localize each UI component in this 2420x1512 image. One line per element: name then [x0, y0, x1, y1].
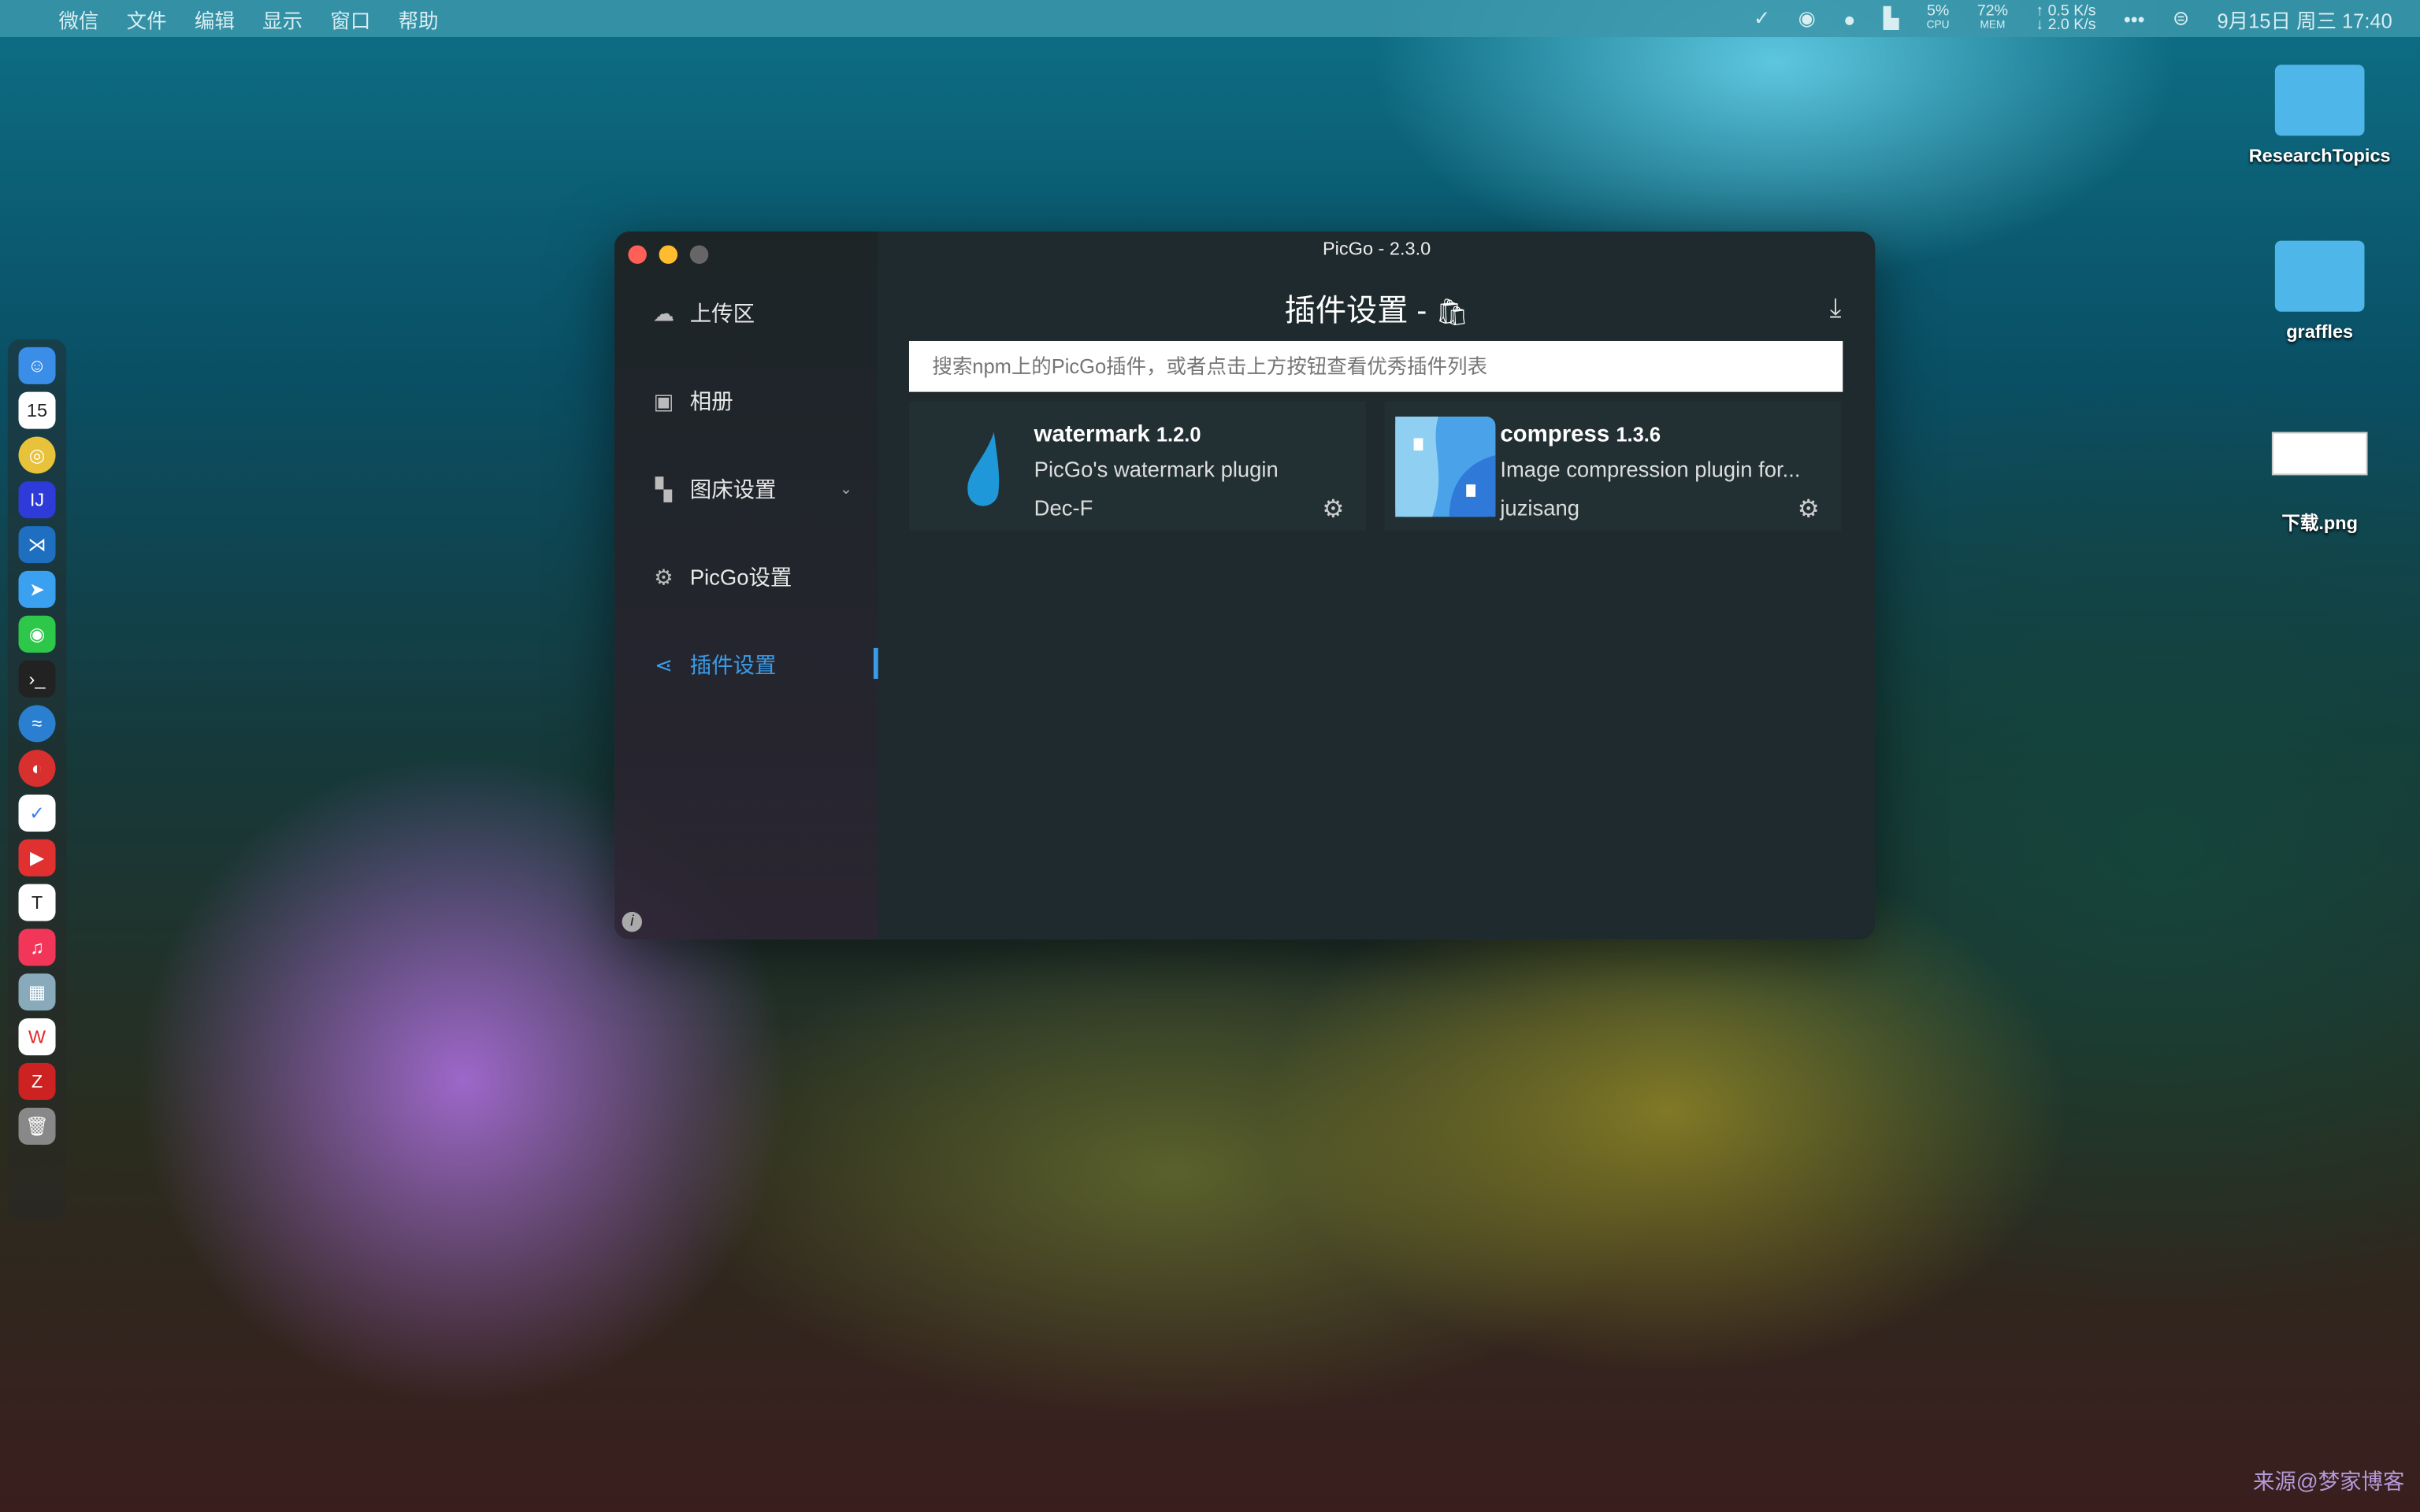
- dock: ☺ 15 ◎ IJ ⋊ ➤ ◉ ›_ ≈ ◐ ✓ ▶ T ♫ ▦ W Z 🗑: [7, 339, 67, 1219]
- page-title: 插件设置 - 🛍: [878, 285, 1876, 330]
- network-stat[interactable]: ↑ 0.5 K/s ↓ 2.0 K/s: [2036, 4, 2096, 35]
- plugin-name: watermark: [1034, 421, 1150, 448]
- sidebar-item-upload[interactable]: ☁ 上传区: [651, 298, 755, 328]
- sidebar-item-label: 图床设置: [689, 476, 777, 502]
- menu-window[interactable]: 窗口: [330, 4, 370, 33]
- sidebar-item-image-host[interactable]: ▚ 图床设置 ⌄: [651, 473, 852, 504]
- typora-icon[interactable]: T: [18, 884, 56, 921]
- menu-edit[interactable]: 编辑: [195, 4, 235, 33]
- chevron-down-icon: ⌄: [839, 480, 853, 498]
- water-drop-icon: [932, 417, 1032, 517]
- zoom-button[interactable]: [689, 245, 709, 265]
- browser-icon[interactable]: ≈: [18, 705, 56, 743]
- compress-logo-icon: [1395, 416, 1496, 517]
- sidebar-item-picgo-settings[interactable]: ⚙ PicGo设置: [651, 561, 792, 592]
- mem-label: MEM: [1980, 20, 2006, 32]
- plugin-description: Image compression plugin for...: [1500, 456, 1801, 482]
- desktop-file-png[interactable]: 下载.png: [2243, 432, 2397, 536]
- ticktick-icon[interactable]: ✓: [18, 794, 56, 832]
- wps-icon[interactable]: W: [18, 1018, 56, 1056]
- feishu-icon[interactable]: ➤: [18, 570, 56, 608]
- page-title-text: 插件设置 -: [1284, 295, 1427, 329]
- plugin-card-compress[interactable]: compress 1.3.6 Image compression plugin …: [1384, 401, 1842, 531]
- folder-icon: [2274, 240, 2365, 312]
- upload-icon[interactable]: ▙: [1884, 6, 1899, 31]
- pdf-icon[interactable]: ▶: [18, 839, 56, 876]
- close-button[interactable]: [628, 245, 647, 265]
- more-icon[interactable]: •••: [2124, 7, 2145, 30]
- window-title: PicGo - 2.3.0: [1323, 237, 1431, 260]
- wechat-icon[interactable]: ◉: [18, 615, 56, 653]
- plugin-author: Dec-F: [1034, 495, 1093, 521]
- finder-icon[interactable]: ☺: [18, 346, 56, 384]
- cloud-upload-icon: ☁: [652, 300, 675, 325]
- picgo-window: ☁ 上传区 ▣ 相册 ▚ 图床设置 ⌄ ⚙ PicGo设置 ⋖ 插件设置 i PicGo -…: [614, 231, 1876, 940]
- sidebar-item-label: 上传区: [689, 301, 755, 326]
- netease-music-icon[interactable]: ◐: [18, 750, 56, 788]
- plugin-author: juzisang: [1500, 495, 1579, 521]
- mem-value: 72%: [1976, 2, 2009, 20]
- shopping-bag-icon[interactable]: 🛍: [1435, 298, 1468, 327]
- desktop-item-label: graffles: [2286, 321, 2354, 343]
- desktop-folder-graffles[interactable]: graffles: [2243, 240, 2397, 343]
- folder-icon: [2274, 65, 2365, 136]
- zotero-icon[interactable]: Z: [18, 1062, 56, 1100]
- cpu-value: 5%: [1926, 2, 1950, 20]
- preview-icon[interactable]: ▦: [18, 973, 56, 1011]
- menu-bar: 微信 文件 编辑 显示 窗口 帮助 ✓ ◉ ● ▙ 5% CPU 72% MEM ↑…: [0, 0, 2420, 38]
- plugin-version: 1.2.0: [1156, 422, 1201, 447]
- sidebar-item-plugin-settings[interactable]: ⋖ 插件设置: [651, 650, 777, 680]
- menu-file[interactable]: 文件: [127, 4, 167, 33]
- vscode-icon[interactable]: ⋊: [18, 526, 56, 564]
- music-icon[interactable]: ♫: [18, 928, 56, 966]
- menu-wechat[interactable]: 微信: [58, 4, 98, 33]
- cpu-label: CPU: [1926, 20, 1950, 32]
- sidebar-item-label: 相册: [689, 388, 733, 414]
- menu-view[interactable]: 显示: [262, 4, 302, 33]
- trash-icon[interactable]: 🗑: [18, 1107, 56, 1145]
- menu-help[interactable]: 帮助: [399, 4, 439, 33]
- main-panel: PicGo - 2.3.0 插件设置 - 🛍 ⤓ watermark 1.2.0…: [878, 231, 1876, 940]
- ticktick-icon[interactable]: ✓: [1754, 6, 1770, 31]
- sidebar-item-gallery[interactable]: ▣ 相册: [651, 386, 733, 417]
- desktop-item-label: 下载.png: [2281, 512, 2358, 534]
- image-icon: ▣: [653, 387, 674, 413]
- plugin-settings-gear-icon[interactable]: ⚙: [1322, 494, 1344, 524]
- wechat-icon[interactable]: ◉: [1798, 6, 1816, 31]
- clock[interactable]: 9月15日 周三 17:40: [2217, 4, 2392, 33]
- plugin-description: PicGo's watermark plugin: [1034, 456, 1279, 482]
- minimize-button[interactable]: [659, 245, 678, 265]
- plugin-name: compress: [1500, 421, 1610, 448]
- plugin-card-watermark[interactable]: watermark 1.2.0 PicGo's watermark plugin…: [908, 401, 1366, 531]
- plugin-settings-gear-icon[interactable]: ⚙: [1798, 494, 1820, 524]
- plugin-search-input[interactable]: [908, 340, 1843, 392]
- grid-icon: ▚: [655, 476, 673, 501]
- control-center-icon[interactable]: ⊜: [2173, 6, 2189, 31]
- image-thumbnail-icon: [2271, 432, 2368, 476]
- chrome-icon[interactable]: ◎: [18, 436, 56, 474]
- download-icon[interactable]: ⤓: [1830, 293, 1842, 324]
- mem-stat[interactable]: 72% MEM: [1976, 2, 2009, 32]
- sidebar-item-label: 插件设置: [689, 652, 777, 678]
- intellij-icon[interactable]: IJ: [18, 481, 56, 519]
- gear-icon: ⚙: [654, 564, 674, 589]
- sidebar: ☁ 上传区 ▣ 相册 ▚ 图床设置 ⌄ ⚙ PicGo设置 ⋖ 插件设置 i: [614, 231, 878, 940]
- download-speed: ↓ 2.0 K/s: [2036, 17, 2096, 35]
- calendar-icon[interactable]: 15: [18, 391, 56, 429]
- sidebar-item-label: PicGo设置: [689, 565, 792, 590]
- terminal-icon[interactable]: ›_: [18, 660, 56, 698]
- plugin-version: 1.3.6: [1616, 422, 1661, 447]
- info-icon[interactable]: i: [622, 911, 643, 932]
- watermark-text: 来源@梦家博客: [2253, 1469, 2405, 1494]
- cpu-stat[interactable]: 5% CPU: [1926, 2, 1950, 32]
- share-icon: ⋖: [654, 651, 673, 677]
- desktop-folder-researchtopics[interactable]: ResearchTopics: [2243, 65, 2397, 167]
- feishu-icon[interactable]: ●: [1843, 7, 1855, 30]
- desktop-item-label: ResearchTopics: [2248, 145, 2391, 167]
